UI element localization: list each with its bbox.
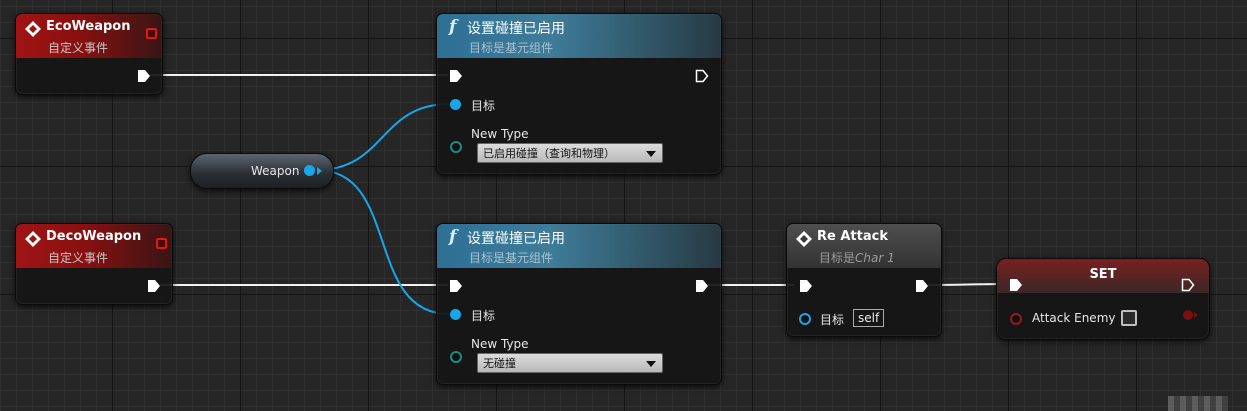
watermark-decoration (1168, 396, 1228, 411)
node-header: f 设置碰撞已启用 目标是基元组件 (437, 224, 721, 268)
attack-enemy-label: Attack Enemy (1032, 311, 1116, 325)
dropdown-value: 无碰撞 (483, 357, 516, 370)
pin-arrow-icon (317, 167, 322, 175)
set-attack-enemy-node[interactable]: SET Attack Enemy (996, 258, 1210, 340)
object-wire-weapon-to-target2 (316, 169, 450, 315)
exec-in-pin[interactable] (449, 279, 463, 293)
target-label: 目标 (471, 309, 496, 323)
dropdown-value: 已启用碰撞（查询和物理） (483, 147, 615, 160)
eco-weapon-event-node[interactable]: EcoWeapon 自定义事件 (15, 13, 163, 95)
exec-in-pin[interactable] (799, 279, 813, 293)
event-diamond-icon (25, 21, 41, 37)
object-wire-weapon-to-target1 (316, 103, 450, 171)
node-subtitle: 自定义事件 (48, 41, 109, 55)
node-header: Re Attack 目标是Char 1 (787, 224, 941, 268)
node-header: SET (997, 259, 1209, 293)
exec-out-pin[interactable] (915, 279, 929, 293)
event-diamond-icon (25, 231, 41, 247)
attack-enemy-in-pin[interactable] (1010, 313, 1022, 325)
exec-out-pin[interactable] (695, 69, 709, 83)
node-title: 设置碰撞已启用 (467, 231, 565, 247)
delegate-pin[interactable] (146, 28, 157, 39)
deco-weapon-event-node[interactable]: DecoWeapon 自定义事件 (15, 223, 173, 305)
exec-out-pin[interactable] (1181, 278, 1195, 292)
target-pin[interactable] (450, 309, 461, 320)
node-title: 设置碰撞已启用 (467, 21, 565, 37)
new-type-label: New Type (471, 127, 529, 141)
node-header: EcoWeapon 自定义事件 (16, 14, 162, 58)
new-type-label: New Type (471, 337, 529, 351)
delegate-pin[interactable] (156, 238, 167, 249)
target-self-value: self (853, 309, 885, 327)
new-type-pin[interactable] (450, 141, 462, 153)
new-type-dropdown[interactable]: 无碰撞 (477, 353, 663, 373)
node-header: f 设置碰撞已启用 目标是基元组件 (437, 14, 721, 58)
chevron-down-icon (646, 361, 656, 367)
node-title: DecoWeapon (46, 229, 142, 244)
attack-enemy-out-pin[interactable] (1183, 310, 1193, 320)
exec-in-pin[interactable] (449, 69, 463, 83)
node-subtitle: 目标是基元组件 (469, 251, 554, 265)
node-header: DecoWeapon 自定义事件 (16, 224, 172, 268)
node-subtitle: 目标是Char 1 (819, 249, 895, 266)
node-title: Re Attack (817, 229, 888, 244)
node-title: EcoWeapon (46, 19, 131, 34)
node-title: SET (1089, 267, 1117, 282)
exec-out-pin[interactable] (695, 279, 709, 293)
target-label: 目标 (820, 313, 845, 327)
weapon-variable-node[interactable]: Weapon (190, 153, 334, 189)
target-label: 目标 (471, 99, 496, 113)
exec-in-pin[interactable] (1009, 278, 1023, 292)
event-diamond-icon (796, 231, 812, 247)
chevron-down-icon (646, 151, 656, 157)
subtitle-prefix: 目标是 (819, 251, 856, 265)
subtitle-class: Char 1 (855, 251, 895, 265)
target-pin[interactable] (799, 313, 811, 325)
re-attack-node[interactable]: Re Attack 目标是Char 1 目标 self (786, 223, 942, 337)
set-collision-enabled-node-2[interactable]: f 设置碰撞已启用 目标是基元组件 目标 New Type 无碰撞 (436, 223, 722, 385)
node-subtitle: 目标是基元组件 (469, 41, 554, 55)
new-type-pin[interactable] (450, 351, 462, 363)
node-subtitle: 自定义事件 (48, 251, 109, 265)
pin-arrow-icon (1194, 312, 1198, 318)
function-f-icon: f (449, 17, 457, 37)
new-type-dropdown[interactable]: 已启用碰撞（查询和物理） (477, 143, 663, 163)
exec-out-pin[interactable] (137, 69, 151, 83)
attack-enemy-checkbox[interactable] (1121, 310, 1137, 326)
exec-out-pin[interactable] (147, 279, 161, 293)
weapon-output-pin[interactable] (304, 165, 315, 176)
set-collision-enabled-node-1[interactable]: f 设置碰撞已启用 目标是基元组件 目标 New Type 已启用碰撞（查询和物… (436, 13, 722, 175)
function-f-icon: f (449, 227, 457, 247)
target-pin[interactable] (450, 99, 461, 110)
variable-label: Weapon (251, 164, 300, 178)
